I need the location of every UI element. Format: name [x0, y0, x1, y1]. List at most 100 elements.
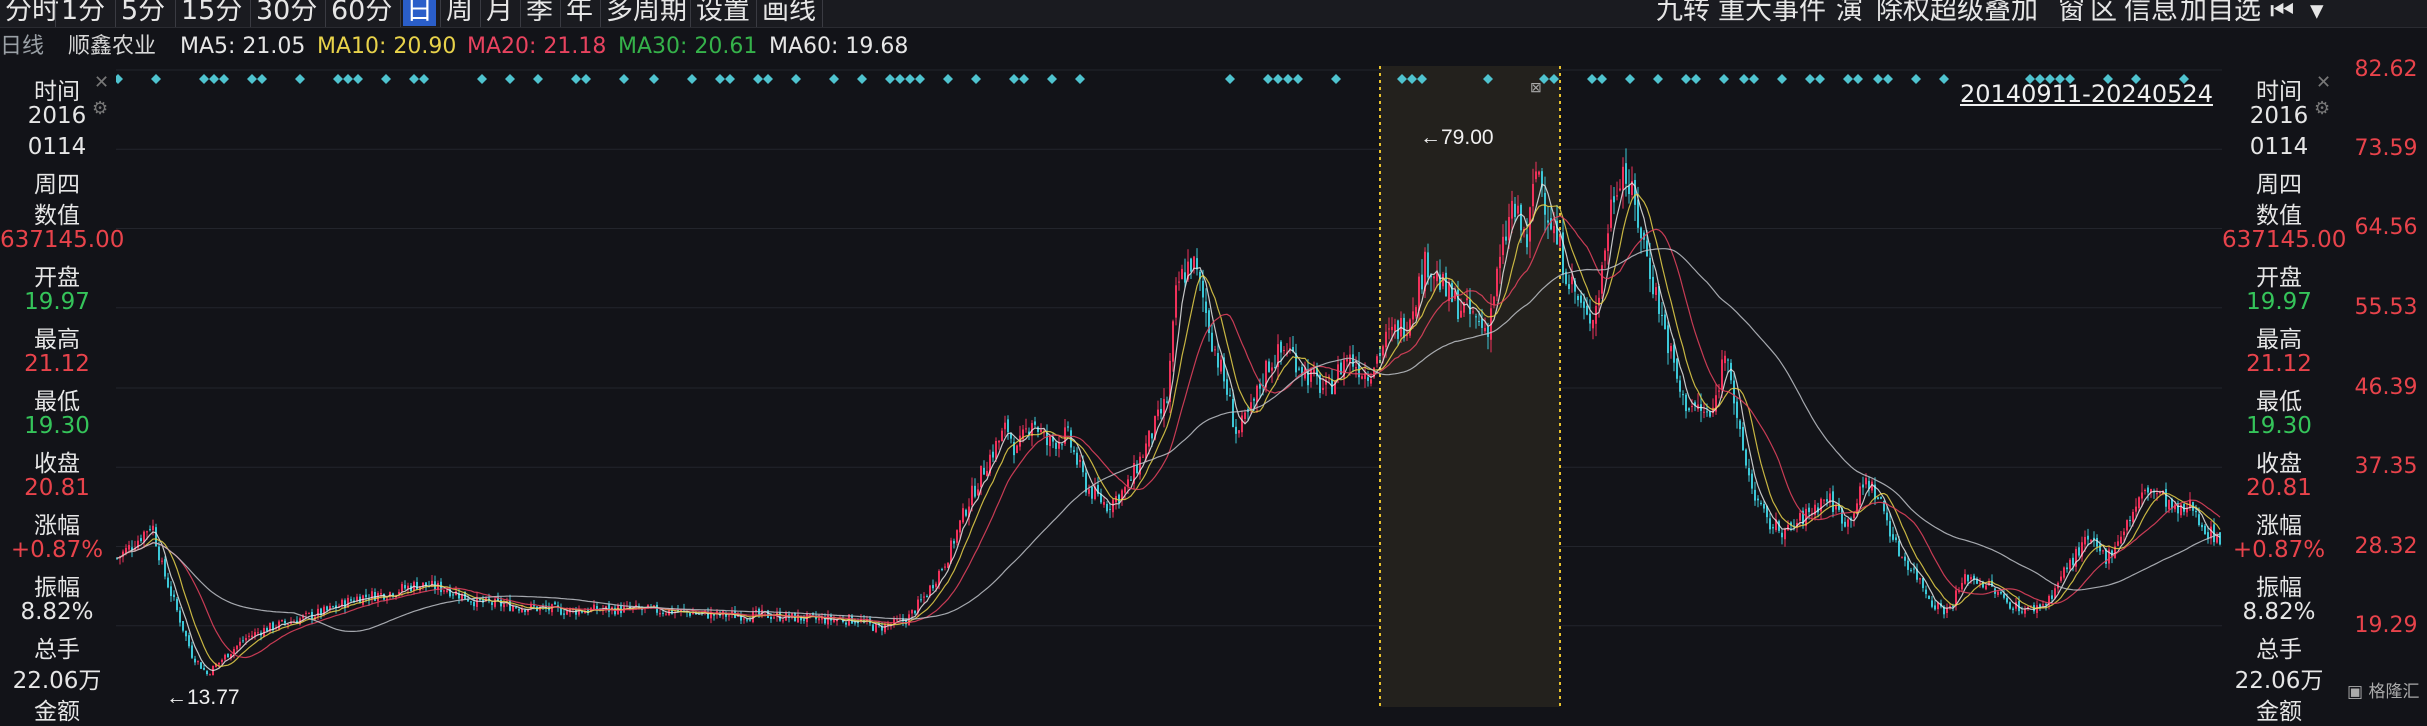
candle-body: [1391, 326, 1393, 331]
candle-body: [554, 602, 556, 605]
candle-body: [224, 654, 226, 660]
event-marker-icon: [725, 74, 735, 84]
candle-body: [1040, 429, 1042, 432]
tool-1[interactable]: 重大事件: [1718, 0, 1826, 26]
candle-body: [380, 592, 382, 595]
candle-body: [1634, 179, 1636, 205]
tool-4[interactable]: 超级叠加: [1930, 0, 2038, 26]
event-marker-icon: [505, 74, 515, 84]
candle-body: [1376, 356, 1378, 364]
toolbar-separator: [250, 0, 251, 27]
event-marker-icon: [971, 74, 981, 84]
candle-body: [2087, 535, 2089, 540]
candle-body: [167, 577, 169, 588]
watermark-text: 格隆汇: [2368, 682, 2420, 702]
candle-body: [2123, 531, 2125, 536]
period-tab-1[interactable]: 1分: [58, 0, 108, 26]
candle-body: [1997, 591, 1999, 596]
close-icon[interactable]: ✕: [94, 72, 109, 93]
step-back-icon[interactable]: ⏮: [2270, 0, 2294, 26]
candle-body: [1904, 556, 1906, 561]
candle-body: [1355, 367, 1357, 369]
candle-body: [188, 635, 190, 647]
tool-7[interactable]: 信息: [2124, 0, 2178, 26]
candle-body: [446, 590, 448, 593]
candle-body: [2198, 514, 2200, 526]
candle-body: [911, 609, 913, 614]
candle-body: [1250, 402, 1252, 409]
candle-body: [2024, 609, 2026, 614]
tool-8[interactable]: 加自选: [2180, 0, 2261, 26]
period-tab-2[interactable]: 5分: [118, 0, 168, 26]
stock-name[interactable]: 顺鑫农业: [68, 28, 156, 66]
candle-body: [1910, 569, 1912, 571]
period-tab-11[interactable]: 多周期: [603, 0, 690, 26]
candle-body: [665, 613, 667, 615]
event-marker-icon: [409, 74, 419, 84]
candle-body: [1127, 479, 1129, 487]
period-tab-12[interactable]: 设置: [693, 0, 753, 26]
candle-body: [1751, 473, 1753, 489]
max-price-label: ←79.00: [1420, 126, 1494, 149]
period-tab-3[interactable]: 15分: [178, 0, 245, 26]
candle-body: [1925, 589, 1927, 595]
event-marker-icon: [943, 74, 953, 84]
candle-body: [1049, 436, 1051, 447]
candle-body: [2000, 592, 2002, 594]
tool-0[interactable]: 九转: [1656, 0, 1710, 26]
candle-body: [1067, 426, 1069, 428]
period-tab-4[interactable]: 30分: [253, 0, 320, 26]
event-marker-icon: [1263, 74, 1273, 84]
candle-body: [2135, 506, 2137, 512]
period-tab-7[interactable]: 周: [443, 0, 476, 26]
ma60-line: [116, 248, 2221, 632]
candle-body: [884, 624, 886, 633]
candle-body: [152, 525, 154, 531]
candle-body: [818, 618, 820, 621]
candle-body: [845, 622, 847, 625]
candle-body: [1427, 252, 1429, 278]
volume-label: 总手: [2256, 637, 2302, 663]
tool-2[interactable]: 演: [1836, 0, 1863, 26]
event-marker-icon: [715, 74, 725, 84]
candle-body: [1091, 486, 1093, 499]
gear-icon[interactable]: ⚙: [2314, 98, 2330, 119]
candle-body: [1532, 183, 1534, 207]
candle-body: [278, 621, 280, 629]
candle-body: [1787, 524, 1789, 531]
event-marker-icon: [829, 74, 839, 84]
candle-body: [749, 620, 751, 622]
period-tab-13[interactable]: 画线: [759, 0, 819, 26]
candle-body: [245, 638, 247, 641]
period-tab-10[interactable]: 年: [563, 0, 596, 26]
gear-icon[interactable]: ⚙: [92, 98, 108, 119]
period-tab-8[interactable]: 月: [483, 0, 516, 26]
period-tab-0[interactable]: 分时: [2, 0, 62, 26]
dropdown-arrow-icon[interactable]: ▾: [2310, 0, 2324, 26]
candle-body: [974, 485, 976, 497]
tool-3[interactable]: 除权: [1876, 0, 1930, 26]
period-tab-6[interactable]: 日: [403, 0, 436, 26]
tool-5[interactable]: 窗: [2058, 0, 2085, 26]
kline-chart[interactable]: ←79.00 ←13.77 ⊠: [116, 66, 2224, 707]
candle-body: [992, 451, 994, 458]
candle-body: [1898, 540, 1900, 556]
period-tab-9[interactable]: 季: [523, 0, 556, 26]
candle-body: [533, 605, 535, 607]
candle-body: [1754, 489, 1756, 501]
candle-body: [1865, 478, 1867, 485]
candle-body: [518, 609, 520, 611]
tool-6[interactable]: 区: [2090, 0, 2117, 26]
ma20-line: [116, 215, 2221, 659]
candle-body: [1979, 582, 1981, 584]
date-range[interactable]: 20140911-20240524: [1960, 80, 2213, 108]
candle-body: [1412, 311, 1414, 320]
candle-body: [929, 585, 931, 596]
close-icon[interactable]: ✕: [2316, 72, 2331, 93]
candle-body: [1076, 452, 1078, 465]
price-axis-label: 46.39: [2354, 374, 2418, 400]
candle-body: [332, 606, 334, 608]
candle-body: [1466, 298, 1468, 301]
period-tab-5[interactable]: 60分: [328, 0, 395, 26]
candle-body: [248, 635, 250, 637]
